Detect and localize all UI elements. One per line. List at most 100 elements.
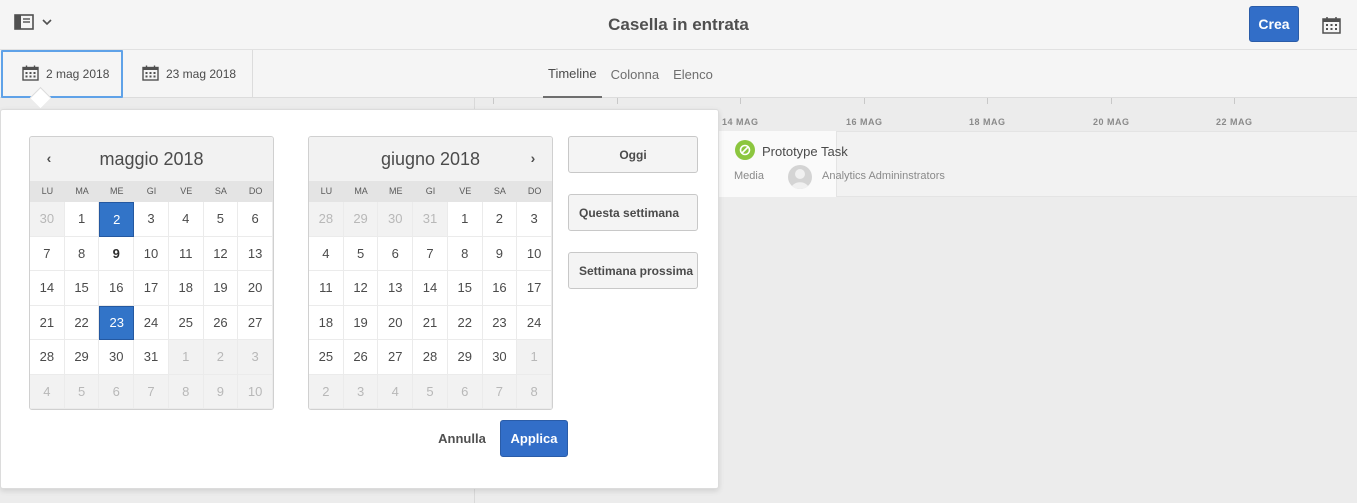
calendar-day[interactable]: 3 bbox=[238, 340, 273, 375]
calendar-day[interactable]: 29 bbox=[343, 202, 379, 237]
calendar-day[interactable]: 29 bbox=[64, 340, 100, 375]
calendar-day[interactable]: 28 bbox=[30, 340, 65, 375]
this-week-button[interactable]: Questa settimana bbox=[568, 194, 698, 231]
calendar-day[interactable]: 13 bbox=[238, 236, 273, 271]
calendar-day[interactable]: 1 bbox=[517, 340, 552, 375]
calendar-day[interactable]: 7 bbox=[482, 374, 518, 409]
calendar-day[interactable]: 2 bbox=[482, 202, 518, 237]
apply-button[interactable]: Applica bbox=[500, 420, 568, 457]
calendar-day[interactable]: 21 bbox=[413, 305, 448, 340]
calendar-day[interactable]: 8 bbox=[517, 374, 552, 409]
calendar-day[interactable]: 9 bbox=[99, 236, 135, 271]
calendar-day[interactable]: 10 bbox=[134, 236, 169, 271]
calendar-day[interactable]: 2 bbox=[309, 374, 344, 409]
calendar-day[interactable]: 25 bbox=[309, 340, 344, 375]
calendar-day[interactable]: 8 bbox=[64, 236, 100, 271]
end-date-button[interactable]: 23 mag 2018 bbox=[124, 50, 253, 98]
calendar-day[interactable]: 6 bbox=[447, 374, 483, 409]
calendar-day[interactable]: 6 bbox=[378, 236, 414, 271]
calendar-day[interactable]: 4 bbox=[309, 236, 344, 271]
calendar-day[interactable]: 16 bbox=[482, 271, 518, 306]
calendar-day[interactable]: 12 bbox=[343, 271, 379, 306]
calendar-day[interactable]: 19 bbox=[203, 271, 239, 306]
calendar-day[interactable]: 24 bbox=[134, 305, 169, 340]
calendar-day[interactable]: 22 bbox=[64, 305, 100, 340]
calendar-day[interactable]: 1 bbox=[447, 202, 483, 237]
calendar-day[interactable]: 9 bbox=[482, 236, 518, 271]
calendar-day[interactable]: 30 bbox=[99, 340, 135, 375]
calendar-day[interactable]: 18 bbox=[168, 271, 204, 306]
calendar-day[interactable]: 30 bbox=[30, 202, 65, 237]
calendar-day[interactable]: 11 bbox=[309, 271, 344, 306]
next-week-button[interactable]: Settimana prossima bbox=[568, 252, 698, 289]
start-date-button[interactable]: 2 mag 2018 bbox=[1, 50, 123, 98]
calendar-day[interactable]: 7 bbox=[30, 236, 65, 271]
calendar-day[interactable]: 15 bbox=[64, 271, 100, 306]
next-month-button[interactable]: › bbox=[518, 137, 548, 181]
calendar-day[interactable]: 12 bbox=[203, 236, 239, 271]
calendar-day[interactable]: 10 bbox=[238, 374, 273, 409]
calendar-day[interactable]: 23 bbox=[482, 305, 518, 340]
calendar-day[interactable]: 1 bbox=[64, 202, 100, 237]
calendar-day[interactable]: 16 bbox=[99, 271, 135, 306]
tab-colonna[interactable]: Colonna bbox=[606, 50, 664, 98]
calendar-day[interactable]: 7 bbox=[134, 374, 169, 409]
cancel-button[interactable]: Annulla bbox=[431, 420, 493, 457]
calendar-day[interactable]: 29 bbox=[447, 340, 483, 375]
calendar-day[interactable]: 13 bbox=[378, 271, 414, 306]
calendar-day[interactable]: 30 bbox=[378, 202, 414, 237]
calendar-day[interactable]: 25 bbox=[168, 305, 204, 340]
calendar-day[interactable]: 3 bbox=[134, 202, 169, 237]
calendar-day[interactable]: 15 bbox=[447, 271, 483, 306]
tab-elenco[interactable]: Elenco bbox=[668, 50, 718, 98]
calendar-day[interactable]: 28 bbox=[413, 340, 448, 375]
calendar-day[interactable]: 3 bbox=[343, 374, 379, 409]
calendar-day[interactable]: 7 bbox=[413, 236, 448, 271]
prev-month-button[interactable]: ‹ bbox=[34, 137, 64, 181]
calendar-day[interactable]: 5 bbox=[203, 202, 239, 237]
calendar-day[interactable]: 17 bbox=[517, 271, 552, 306]
calendar-day[interactable]: 8 bbox=[447, 236, 483, 271]
calendar-day[interactable]: 1 bbox=[168, 340, 204, 375]
calendar-day[interactable]: 20 bbox=[238, 271, 273, 306]
calendar-day[interactable]: 26 bbox=[203, 305, 239, 340]
calendar-day[interactable]: 21 bbox=[30, 305, 65, 340]
calendar-day[interactable]: 20 bbox=[378, 305, 414, 340]
calendar-day[interactable]: 10 bbox=[517, 236, 552, 271]
calendar-day[interactable]: 27 bbox=[238, 305, 273, 340]
calendar-day[interactable]: 31 bbox=[413, 202, 448, 237]
calendar-day[interactable]: 14 bbox=[413, 271, 448, 306]
calendar-day[interactable]: 4 bbox=[30, 374, 65, 409]
calendar-day[interactable]: 3 bbox=[517, 202, 552, 237]
create-button[interactable]: Crea bbox=[1249, 6, 1299, 42]
calendar-day[interactable]: 5 bbox=[343, 236, 379, 271]
task-title[interactable]: Prototype Task bbox=[762, 144, 848, 159]
calendar-day[interactable]: 31 bbox=[134, 340, 169, 375]
calendar-day[interactable]: 27 bbox=[378, 340, 414, 375]
calendar-day[interactable]: 9 bbox=[203, 374, 239, 409]
calendar-day[interactable]: 19 bbox=[343, 305, 379, 340]
today-button[interactable]: Oggi bbox=[568, 136, 698, 173]
calendar-day[interactable]: 2 bbox=[203, 340, 239, 375]
calendar-day[interactable]: 5 bbox=[64, 374, 100, 409]
calendar-day[interactable]: 18 bbox=[309, 305, 344, 340]
calendar-day-selected[interactable]: 2 bbox=[99, 202, 135, 237]
calendar-day[interactable]: 24 bbox=[517, 305, 552, 340]
calendar-day[interactable]: 22 bbox=[447, 305, 483, 340]
calendar-day[interactable]: 17 bbox=[134, 271, 169, 306]
calendar-day[interactable]: 4 bbox=[168, 202, 204, 237]
calendar-day[interactable]: 8 bbox=[168, 374, 204, 409]
tab-timeline[interactable]: Timeline bbox=[543, 50, 602, 98]
calendar-icon[interactable] bbox=[1322, 16, 1341, 39]
task-card[interactable] bbox=[719, 131, 837, 197]
calendar-day-selected[interactable]: 23 bbox=[99, 305, 135, 340]
calendar-day[interactable]: 26 bbox=[343, 340, 379, 375]
calendar-day[interactable]: 14 bbox=[30, 271, 65, 306]
calendar-day[interactable]: 11 bbox=[168, 236, 204, 271]
calendar-day[interactable]: 6 bbox=[238, 202, 273, 237]
calendar-day[interactable]: 5 bbox=[413, 374, 448, 409]
calendar-day[interactable]: 30 bbox=[482, 340, 518, 375]
calendar-day[interactable]: 4 bbox=[378, 374, 414, 409]
calendar-day[interactable]: 6 bbox=[99, 374, 135, 409]
calendar-day[interactable]: 28 bbox=[309, 202, 344, 237]
